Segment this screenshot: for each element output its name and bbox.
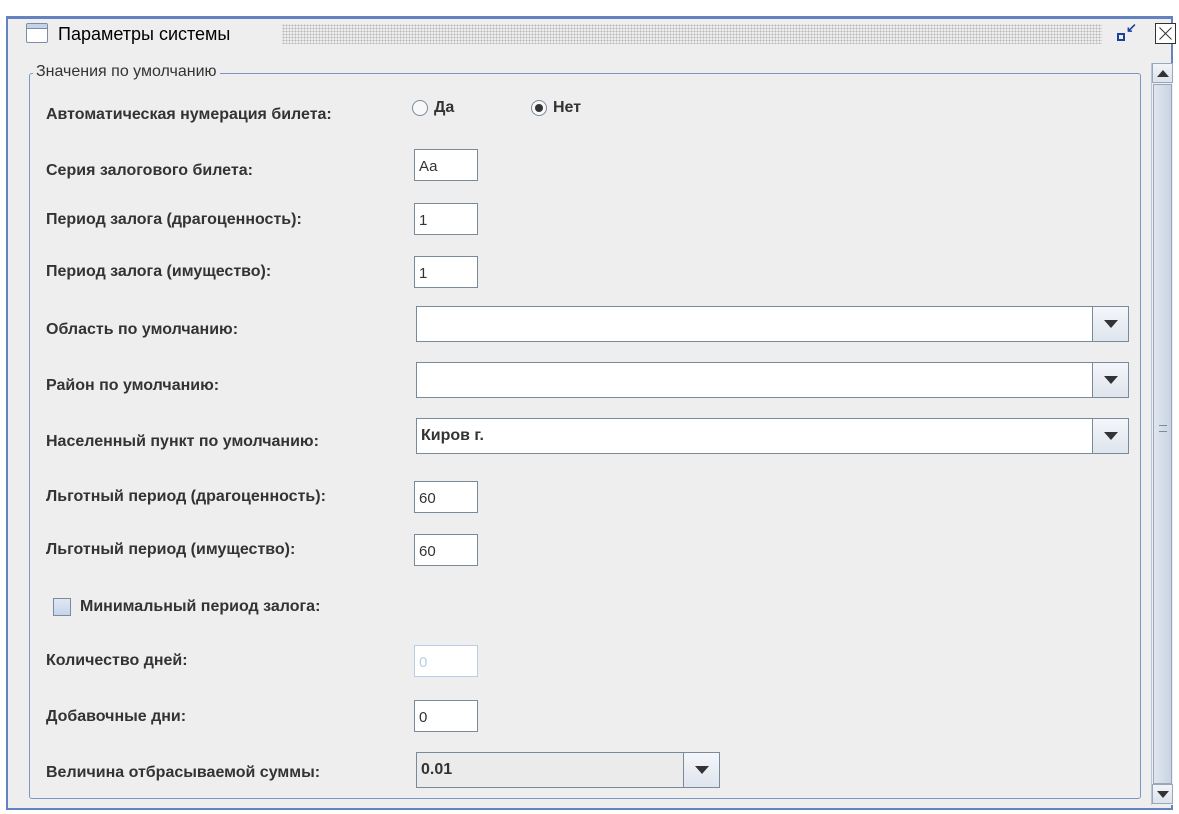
scroll-thumb[interactable]: [1153, 84, 1172, 784]
discard-amount-combo[interactable]: 0.01: [416, 752, 720, 788]
radio-no-label[interactable]: Нет: [553, 99, 581, 117]
chevron-down-icon[interactable]: [683, 753, 719, 787]
chevron-down-icon[interactable]: [1092, 307, 1128, 341]
pledge-period-property-label: Период залога (имущество):: [46, 263, 272, 280]
close-icon[interactable]: [1155, 23, 1176, 44]
default-region-label: Область по умолчанию:: [46, 321, 239, 338]
auto-numbering-label: Автоматическая нумерация билета:: [46, 106, 332, 123]
discard-amount-value: 0.01: [421, 761, 453, 778]
default-locality-combo[interactable]: Киров г.: [416, 418, 1129, 454]
pledge-period-jewelry-input[interactable]: 1: [414, 203, 478, 235]
discard-amount-label: Величина отбрасываемой суммы:: [46, 764, 321, 781]
default-region-combo[interactable]: [416, 306, 1129, 342]
vertical-scrollbar[interactable]: [1151, 63, 1173, 805]
default-district-label: Район по умолчанию:: [46, 377, 220, 394]
grace-period-jewelry-label: Льготный период (драгоценность):: [46, 488, 326, 505]
window-title: Параметры системы: [58, 24, 231, 44]
pledge-period-jewelry-label: Период залога (драгоценность):: [46, 211, 302, 228]
scroll-down-icon[interactable]: [1152, 784, 1173, 804]
pledge-period-property-input[interactable]: 1: [414, 256, 478, 288]
group-title: Значения по умолчанию: [33, 63, 220, 81]
default-locality-label: Населенный пункт по умолчанию:: [46, 433, 319, 450]
extra-days-input[interactable]: 0: [414, 700, 478, 732]
default-locality-value: Киров г.: [421, 427, 484, 444]
title-drag-area[interactable]: [282, 24, 1102, 44]
grace-period-jewelry-input[interactable]: 60: [414, 481, 478, 513]
title-bar[interactable]: Параметры системы ↙: [12, 19, 1176, 49]
default-district-combo[interactable]: [416, 362, 1129, 398]
chevron-down-icon[interactable]: [1092, 419, 1128, 453]
ticket-series-input[interactable]: Аа: [414, 149, 478, 181]
grace-period-property-label: Льготный период (имущество):: [46, 541, 296, 558]
radio-yes[interactable]: [412, 100, 428, 116]
min-pledge-period-label[interactable]: Минимальный период залога:: [80, 598, 320, 616]
extra-days-label: Добавочные дни:: [46, 708, 187, 725]
radio-yes-label[interactable]: Да: [434, 99, 454, 117]
window-icon: [26, 23, 48, 43]
scroll-up-icon[interactable]: [1152, 63, 1173, 83]
restore-icon[interactable]: ↙: [1115, 20, 1137, 45]
grace-period-property-input[interactable]: 60: [414, 534, 478, 566]
min-pledge-period-checkbox[interactable]: [53, 598, 71, 616]
chevron-down-icon[interactable]: [1092, 363, 1128, 397]
days-count-input: 0: [414, 645, 478, 677]
ticket-series-label: Серия залогового билета:: [46, 162, 253, 179]
radio-no[interactable]: [531, 100, 547, 116]
days-count-label: Количество дней:: [46, 652, 188, 669]
